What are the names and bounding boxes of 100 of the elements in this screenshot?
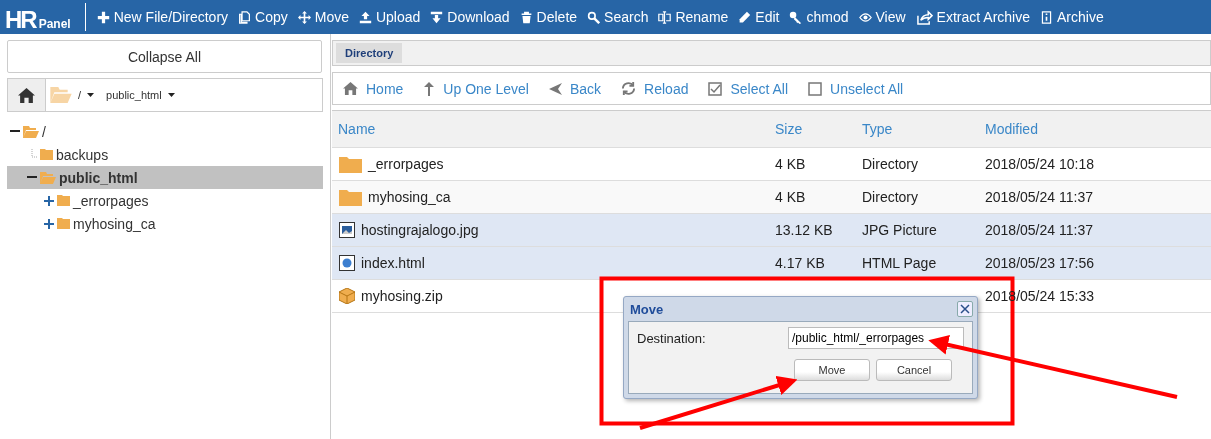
folder-icon (339, 155, 362, 173)
home-icon (343, 82, 358, 95)
tree-item[interactable]: public_html (7, 166, 323, 189)
nav-link[interactable]: Home (343, 80, 404, 97)
home-icon (18, 87, 35, 103)
file-size: 4 KB (774, 156, 806, 172)
file-name: myhosing.zip (361, 288, 443, 304)
file-name: index.html (361, 255, 425, 271)
collapse-icon[interactable] (10, 130, 20, 133)
toolbar-button[interactable]: View (853, 0, 911, 34)
file-name: hostingrajalogo.jpg (361, 222, 479, 238)
search-icon (587, 10, 601, 24)
empty-box-icon (808, 81, 823, 96)
toolbar-button[interactable]: New File/Directory (91, 0, 234, 34)
toolbar-button[interactable]: Move (292, 0, 354, 34)
destination-field[interactable]: /public_html/_errorpages (788, 327, 964, 349)
modified-date: 2018/05/24 10:18 (984, 156, 1095, 172)
copy-icon (238, 10, 252, 24)
checked-box-icon (708, 81, 723, 96)
tree-item[interactable]: _errorpages (7, 189, 323, 212)
dialog-title: Move (630, 301, 664, 317)
close-icon (960, 304, 970, 314)
folder-icon (57, 195, 70, 206)
folder-icon (57, 218, 70, 229)
toolbar-button[interactable]: chmod (784, 0, 854, 34)
tree-item[interactable]: / (7, 120, 323, 143)
directory-tab[interactable]: Directory (336, 43, 403, 63)
modified-date: 2018/05/23 17:56 (984, 255, 1095, 271)
tree-label: / (42, 123, 46, 140)
open-folder-icon (50, 87, 72, 103)
nav-link[interactable]: Unselect All (808, 80, 904, 97)
toolbar-button[interactable]: Download (425, 0, 515, 34)
open-folder-icon (40, 171, 56, 184)
tree-label: public_html (59, 169, 138, 186)
eye-icon (858, 10, 872, 24)
tree-label: myhosing_ca (73, 215, 156, 232)
share-icon (915, 9, 933, 25)
caret-icon (87, 93, 95, 97)
field-label: Destination: (637, 330, 706, 346)
tree-item[interactable]: myhosing_ca (7, 212, 323, 235)
open-folder-icon (23, 125, 39, 138)
web-file-icon (339, 255, 355, 271)
collapse-all-button[interactable]: Collapse All (7, 40, 322, 73)
toolbar-button[interactable]: Rename (653, 0, 734, 34)
modified-date: 2018/05/24 11:37 (984, 222, 1094, 238)
file-type: HTML Page (861, 255, 937, 271)
tree-label: _errorpages (73, 192, 149, 209)
move-icon (297, 10, 311, 24)
tree-item[interactable]: backups (7, 143, 323, 166)
file-row[interactable]: index.html 4.17 KB HTML Page 2018/05/23 17:56 (332, 247, 1211, 280)
image-file-icon (339, 222, 355, 238)
key-icon (789, 10, 803, 24)
tree-label: backups (56, 146, 109, 163)
file-row[interactable]: myhosing_ca 4 KB Directory 2018/05/24 11:37 (332, 181, 1211, 214)
dialog-button[interactable]: Cancel (876, 359, 952, 381)
file-size: 4 KB (774, 189, 806, 205)
pencil-icon (738, 10, 752, 24)
close-button[interactable] (957, 301, 973, 317)
upload-icon (358, 10, 372, 24)
archive-icon (1040, 10, 1053, 24)
trash-icon (519, 10, 533, 24)
dialog-button[interactable]: Move (794, 359, 870, 381)
home-button[interactable] (8, 79, 46, 111)
nav-link[interactable]: Reload (621, 80, 689, 97)
modified-date: 2018/05/24 11:37 (984, 189, 1094, 205)
toolbar-button[interactable]: Copy (233, 0, 293, 34)
file-type: JPG Picture (861, 222, 937, 238)
column-header[interactable]: Type (856, 121, 979, 137)
folder-icon (40, 149, 53, 160)
expand-icon[interactable] (44, 195, 54, 206)
caret-icon (167, 93, 175, 97)
column-header[interactable]: Size (769, 121, 856, 137)
breadcrumb-item[interactable]: public_html (100, 89, 181, 101)
breadcrumb-item[interactable]: / (72, 89, 101, 101)
up-arrow-icon (423, 81, 436, 96)
toolbar-button[interactable]: Delete (514, 0, 583, 34)
nav-link[interactable]: Up One Level (423, 80, 529, 97)
column-header[interactable]: Modified (979, 121, 1211, 137)
file-name: _errorpages (368, 156, 444, 172)
column-header[interactable]: Name (332, 121, 769, 137)
package-icon (339, 288, 355, 304)
toolbar-button[interactable]: Extract Archive (910, 0, 1035, 34)
toolbar-button[interactable]: Edit (733, 0, 785, 34)
logo: HRPanel (0, 3, 86, 31)
nav-link[interactable]: Back (548, 80, 602, 97)
expand-icon[interactable] (44, 218, 54, 229)
toolbar-button[interactable]: Archive (1035, 0, 1109, 34)
file-type: Directory (861, 189, 918, 205)
nav-link[interactable]: Select All (708, 80, 789, 97)
file-size: 13.12 KB (774, 222, 833, 238)
folder-icon (339, 188, 362, 206)
collapse-icon[interactable] (27, 176, 37, 179)
back-arrow-icon (548, 82, 562, 95)
toolbar-button[interactable]: Upload (353, 0, 426, 34)
file-row[interactable]: hostingrajalogo.jpg 13.12 KB JPG Picture 2018/05/24 11:37 (332, 214, 1211, 247)
text-cursor-icon (658, 10, 672, 24)
reload-icon (621, 81, 637, 96)
file-name: myhosing_ca (368, 189, 451, 205)
download-icon (430, 10, 444, 24)
toolbar-button[interactable]: Search (582, 0, 654, 34)
